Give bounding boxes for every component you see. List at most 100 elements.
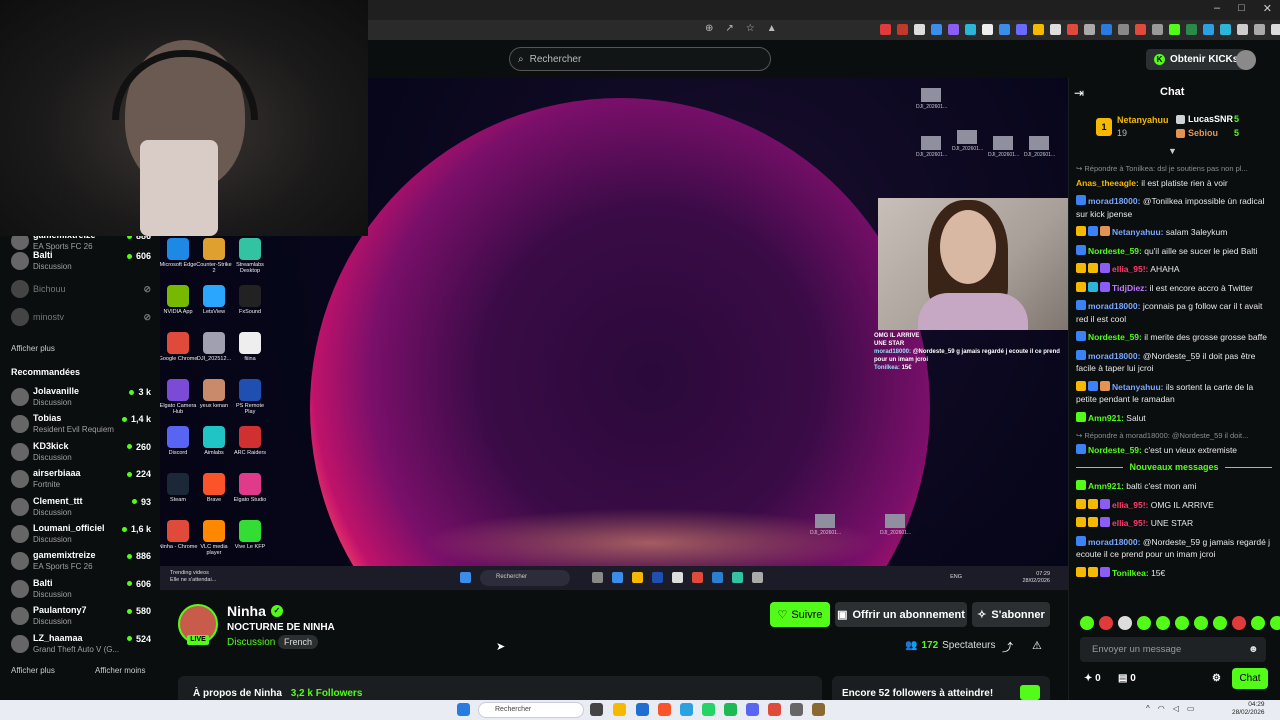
extension-icon[interactable] [1135, 24, 1146, 35]
user-avatar[interactable] [1236, 50, 1256, 70]
extension-icon[interactable] [1220, 24, 1231, 35]
extension-icon[interactable] [1033, 24, 1044, 35]
extension-icon[interactable] [1186, 24, 1197, 35]
volume-icon[interactable]: ◁ [1173, 704, 1179, 713]
chat-message[interactable]: ellia_95!: OMG IL ARRIVE [1076, 498, 1272, 512]
chat-username[interactable]: ellia_95!: [1112, 500, 1148, 510]
chat-message[interactable]: Netanyahuu: ils sortent la carte de la p… [1076, 380, 1272, 406]
extension-icon[interactable] [982, 24, 993, 35]
emote-icon[interactable] [1099, 616, 1113, 630]
chat-message[interactable]: morad18000: jconnais pa g follow car il … [1076, 300, 1272, 325]
channel-name[interactable]: Ninha ✓ [227, 603, 283, 619]
chat-message[interactable]: Amn921: Salut [1076, 411, 1272, 425]
sidebar-channel[interactable]: Jolavanille Discussion 3 k [11, 386, 151, 412]
app-icon[interactable] [812, 703, 825, 716]
emote-icon[interactable] [1156, 616, 1170, 630]
emoji-icon[interactable]: ☻ [1248, 644, 1259, 655]
chat-username[interactable]: ellia_95!: [1112, 264, 1148, 274]
chat-username[interactable]: Netanyahuu: [1112, 227, 1163, 237]
chat-username[interactable]: Nordeste_59: [1088, 445, 1142, 455]
share-page-icon[interactable]: ↗ [725, 23, 733, 34]
os-clock[interactable]: 04:29 28/02/2026 [1232, 701, 1265, 717]
emote-icon[interactable] [1137, 616, 1151, 630]
chat-username[interactable]: Netanyahuu: [1112, 382, 1163, 392]
extension-icon[interactable] [880, 24, 891, 35]
chat-message[interactable]: Nordeste_59: c'est un vieux extremiste [1076, 443, 1272, 457]
report-icon[interactable]: ⚠ [1032, 639, 1042, 652]
extension-icon[interactable] [999, 24, 1010, 35]
os-search[interactable]: Rechercher [478, 702, 584, 718]
follow-button[interactable]: ♡ Suivre [770, 602, 830, 627]
chat-username[interactable]: Nordeste_59: [1088, 246, 1142, 256]
chat-message[interactable]: Tonilkea: 15€ [1076, 566, 1272, 580]
emote-icon[interactable] [1232, 616, 1246, 630]
extension-icon[interactable] [1050, 24, 1061, 35]
wifi-icon[interactable]: ◠ [1158, 704, 1165, 713]
battery-icon[interactable]: ▭ [1187, 704, 1195, 713]
gift-sub-button[interactable]: ▣ Offrir un abonnement [835, 602, 967, 627]
show-more-recommended[interactable]: Afficher plus [11, 666, 55, 675]
sidebar-channel[interactable]: airserbiaaa Fortnite 224 [11, 468, 151, 494]
chat-message[interactable]: Nordeste_59: il merite des grosse grosse… [1076, 331, 1272, 344]
chat-username[interactable]: morad18000: [1088, 301, 1140, 311]
points-1[interactable]: ✦ 0 [1084, 673, 1101, 684]
sidebar-channel[interactable]: Balti Discussion 606 [11, 578, 151, 604]
bookmark-icon[interactable]: ☆ [746, 23, 755, 34]
points-2[interactable]: ▤ 0 [1118, 673, 1136, 684]
emote-icon[interactable] [1175, 616, 1189, 630]
chat-username[interactable]: ellia_95!: [1112, 518, 1148, 528]
chat-message[interactable]: TidjDiez: il est encore accro à Twitter [1076, 281, 1272, 295]
extension-icon[interactable] [1084, 24, 1095, 35]
sidebar-channel[interactable]: Paulantony7 Discussion 580 [11, 605, 151, 631]
emote-icon[interactable] [1270, 616, 1280, 630]
emote-icon[interactable] [1080, 616, 1094, 630]
show-less[interactable]: Afficher moins [95, 666, 146, 675]
chat-username[interactable]: Tonilkea: [1112, 568, 1149, 578]
windows-start-icon[interactable] [457, 703, 470, 716]
chat-username[interactable]: Amn921: [1088, 481, 1124, 491]
chat-username[interactable]: Amn921: [1088, 413, 1124, 423]
show-more-following[interactable]: Afficher plus [11, 344, 55, 353]
chat-username[interactable]: Nordeste_59: [1088, 332, 1142, 342]
extension-icon[interactable] [1237, 24, 1248, 35]
chat-username[interactable]: TidjDiez: [1112, 283, 1147, 293]
chat-message[interactable]: ellia_95!: AHAHA [1076, 263, 1272, 276]
extension-icon[interactable] [965, 24, 976, 35]
extension-icon[interactable] [1254, 24, 1265, 35]
sidebar-channel[interactable]: gamemixtreizeEA Sports FC 26 886 [11, 550, 151, 576]
maximize-icon[interactable]: □ [1238, 2, 1245, 15]
gear-icon[interactable]: ⚙ [1212, 673, 1221, 684]
chat-message[interactable]: ellia_95!: UNE STAR [1076, 517, 1272, 530]
chrome-icon[interactable] [768, 703, 781, 716]
chat-message[interactable]: morad18000: @Nordeste_59 g jamais regard… [1076, 535, 1272, 561]
taskview-icon[interactable] [590, 703, 603, 716]
collapse-chat-icon[interactable]: ⇥ [1074, 86, 1084, 100]
chevron-up-icon[interactable]: ^ [1146, 704, 1150, 713]
chat-message[interactable]: Anas_theeagle: il est platiste rien à vo… [1076, 177, 1272, 190]
emote-icon[interactable] [1251, 616, 1265, 630]
chat-username[interactable]: Anas_theeagle: [1076, 178, 1139, 188]
sidebar-channel[interactable]: Bichouu ⊘ [11, 278, 151, 304]
sidebar-channel[interactable]: LZ_haamaa Grand Theft Auto V (G... 524 [11, 633, 151, 659]
chat-message[interactable]: Amn921: balti c'est mon ami [1076, 480, 1272, 493]
chat-message[interactable]: Nordeste_59: qu'il aille se sucer le pie… [1076, 244, 1272, 258]
chat-message[interactable]: morad18000: @Nordeste_59 il doit pas êtr… [1076, 349, 1272, 375]
extension-icon[interactable] [948, 24, 959, 35]
sidebar-channel[interactable]: KD3kick Discussion 260 [11, 441, 151, 467]
sidebar-channel[interactable]: Clement_ttt Discussion 93 [11, 496, 151, 522]
brave-shield-icon[interactable]: ▲ [767, 23, 777, 34]
chat-input[interactable]: Envoyer un message [1080, 637, 1266, 662]
explorer-icon[interactable] [613, 703, 626, 716]
search-input[interactable]: ⌕ Rechercher [509, 47, 771, 71]
extension-icon[interactable] [1067, 24, 1078, 35]
brave-icon[interactable] [658, 703, 671, 716]
stream-category[interactable]: Discussion [227, 637, 275, 648]
subscribe-button[interactable]: ✧ S'abonner [972, 602, 1050, 627]
close-icon[interactable]: ✕ [1263, 2, 1272, 15]
leaderboard-expand-icon[interactable]: ▼ [1168, 146, 1177, 156]
chat-username[interactable]: morad18000: [1088, 537, 1140, 547]
chat-username[interactable]: morad18000: [1088, 196, 1140, 206]
extension-icon[interactable] [1118, 24, 1129, 35]
sidebar-channel[interactable]: Balti Discussion 606 [11, 250, 151, 276]
telegram-icon[interactable] [680, 703, 693, 716]
